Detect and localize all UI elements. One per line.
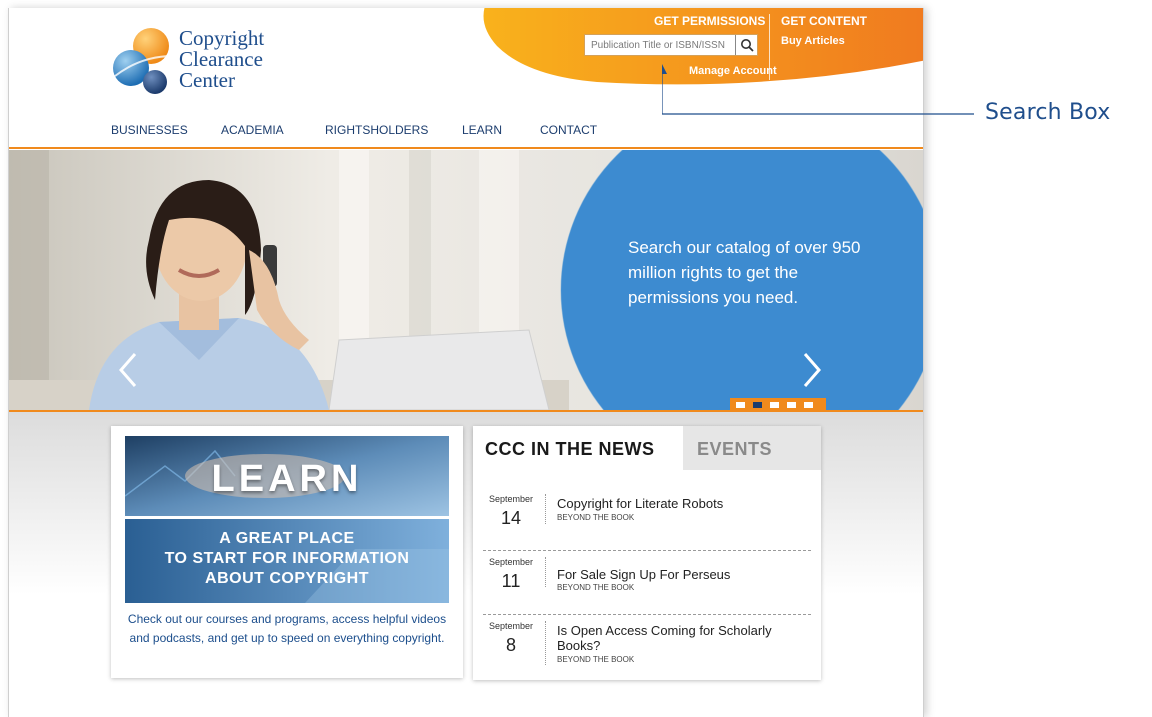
search-box-callout-label: Search Box — [985, 100, 1111, 125]
search-box — [584, 34, 758, 56]
carousel-next-arrow-icon[interactable] — [801, 350, 823, 390]
news-source: BEYOND THE BOOK — [557, 583, 635, 592]
carousel-prev-arrow-icon[interactable] — [117, 350, 139, 390]
learn-subtitle-line-1: A GREAT PLACE — [219, 530, 355, 547]
get-permissions-link[interactable]: GET PERMISSIONS — [654, 14, 765, 28]
logo-spheres-icon — [113, 28, 174, 94]
news-day: 11 — [501, 571, 521, 591]
logo-line-3: Center — [179, 68, 235, 92]
nav-item-businesses[interactable]: BUSINESSES — [111, 123, 188, 137]
carousel-dot-4[interactable] — [787, 402, 796, 408]
news-source: BEYOND THE BOOK — [557, 655, 635, 664]
carousel-dot-3[interactable] — [770, 402, 779, 408]
learn-subtitle: A GREAT PLACE TO START FOR INFORMATION A… — [125, 529, 449, 589]
news-month: September — [488, 494, 534, 504]
ccc-logo[interactable]: Copyright Clearance Center — [111, 22, 291, 104]
carousel-dots — [730, 398, 826, 410]
search-button[interactable] — [735, 35, 757, 55]
news-item[interactable]: September 8 Is Open Access Coming for Sc… — [483, 614, 811, 677]
news-divider — [545, 621, 546, 665]
callout-pointer — [662, 64, 974, 115]
learn-description[interactable]: Check out our courses and programs, acce… — [125, 610, 449, 648]
learn-subtitle-line-3: ABOUT COPYRIGHT — [205, 570, 369, 587]
news-divider — [545, 557, 546, 587]
carousel-dot-2[interactable] — [753, 402, 762, 408]
get-content-link[interactable]: GET CONTENT — [781, 14, 867, 28]
news-item[interactable]: September 11 For Sale Sign Up For Perseu… — [483, 550, 811, 611]
buy-articles-link[interactable]: Buy Articles — [781, 35, 845, 47]
news-title[interactable]: Is Open Access Coming for Scholarly Book… — [557, 623, 807, 653]
news-month: September — [488, 621, 534, 631]
news-divider — [545, 494, 546, 524]
learn-banner: LEARN — [125, 436, 449, 516]
learn-subtitle-line-2: TO START FOR INFORMATION — [164, 550, 410, 567]
news-card: CCC IN THE NEWS EVENTS September 14 Copy… — [473, 426, 821, 680]
news-title[interactable]: For Sale Sign Up For Perseus — [557, 567, 807, 582]
news-day: 14 — [500, 508, 522, 528]
news-item[interactable]: September 14 Copyright for Literate Robo… — [483, 488, 811, 548]
nav-item-learn[interactable]: LEARN — [462, 123, 502, 137]
logo-line-1: Copyright — [179, 26, 265, 50]
tab-events[interactable]: EVENTS — [683, 426, 821, 470]
news-source: BEYOND THE BOOK — [557, 513, 635, 522]
nav-item-contact[interactable]: CONTACT — [540, 123, 597, 137]
learn-subbanner: A GREAT PLACE TO START FOR INFORMATION A… — [125, 519, 449, 603]
learn-card[interactable]: LEARN A GREAT PLACE TO START FOR INFORMA… — [111, 426, 463, 678]
nav-item-academia[interactable]: ACADEMIA — [221, 123, 284, 137]
carousel-dot-5[interactable] — [804, 402, 813, 408]
logo-wordmark: Copyright Clearance Center — [179, 28, 264, 91]
nav-item-rightsholders[interactable]: RIGHTSHOLDERS — [325, 123, 428, 137]
search-icon — [741, 39, 754, 52]
hero-caption: Search our catalog of over 950 million r… — [628, 238, 861, 307]
news-month: September — [488, 557, 534, 567]
hero-carousel: Search our catalog of over 950 million r… — [9, 150, 923, 410]
tab-ccc-in-the-news[interactable]: CCC IN THE NEWS — [473, 426, 683, 470]
logo-line-2: Clearance — [179, 47, 263, 71]
news-day: 8 — [505, 635, 516, 655]
search-input[interactable] — [585, 35, 733, 55]
learn-title: LEARN — [211, 458, 363, 500]
nav-divider — [9, 147, 923, 149]
carousel-dot-1[interactable] — [736, 402, 745, 408]
news-title[interactable]: Copyright for Literate Robots — [557, 496, 807, 511]
